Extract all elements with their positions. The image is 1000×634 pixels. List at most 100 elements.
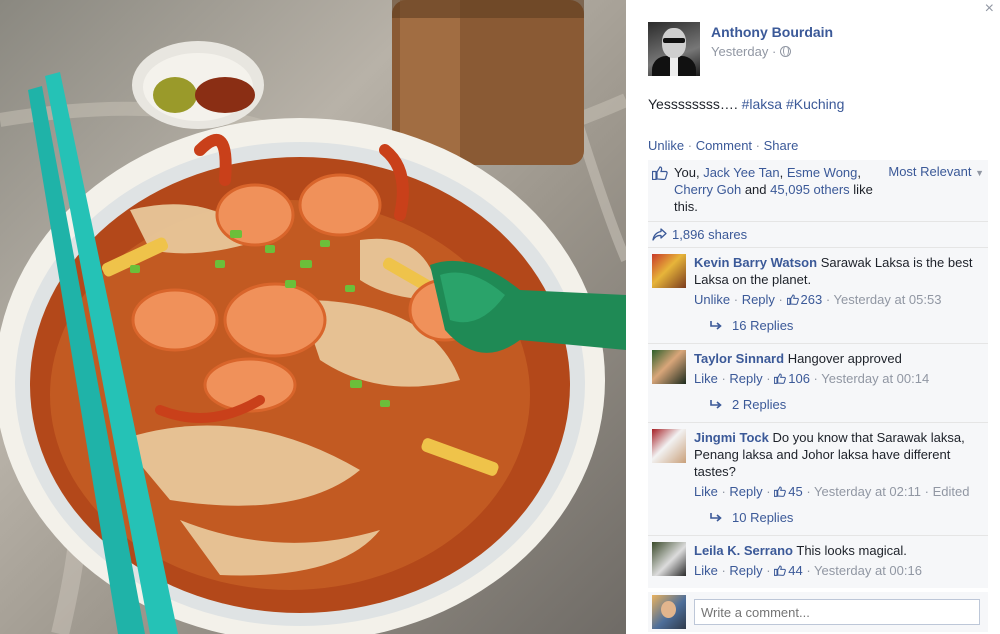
comment-input[interactable]: [694, 599, 980, 625]
replies-count: 10 Replies: [732, 510, 794, 525]
commenter-avatar[interactable]: [652, 542, 686, 576]
comment-item: Leila K. Serrano This looks magical. Lik…: [648, 536, 988, 579]
comment-likes[interactable]: 45: [774, 484, 803, 499]
action-separator: ·: [752, 138, 764, 153]
action-separator: ·: [684, 138, 696, 153]
avatar-shirt: [670, 56, 678, 76]
comment-like-link[interactable]: Like: [694, 484, 718, 499]
comment-item: Jingmi Tock Do you know that Sarawak lak…: [648, 423, 988, 500]
comment-text: Hangover approved: [787, 351, 902, 366]
post-actions: Unlike · Comment · Share: [648, 138, 798, 153]
avatar-sunglasses: [663, 38, 685, 43]
close-icon[interactable]: ×: [985, 1, 994, 17]
like-thumb-icon: [774, 373, 787, 384]
author-avatar[interactable]: [648, 22, 700, 76]
comment-time[interactable]: Yesterday at 02:11: [814, 484, 921, 499]
comment-reply-link[interactable]: Reply: [742, 292, 775, 307]
author-meta: Anthony Bourdain Yesterday ·: [711, 22, 833, 76]
shares-link[interactable]: 1,896 shares: [648, 222, 988, 248]
commenter-avatar[interactable]: [652, 350, 686, 384]
author-name[interactable]: Anthony Bourdain: [711, 24, 833, 40]
post-timestamp: Yesterday ·: [711, 44, 833, 59]
hashtag-laksa[interactable]: #laksa: [742, 96, 782, 112]
hashtag-kuching[interactable]: #Kuching: [786, 96, 844, 112]
replies-count: 16 Replies: [732, 318, 794, 333]
sort-dropdown[interactable]: Most Relevant ▼: [888, 164, 984, 215]
likes-others-link[interactable]: 45,095 others: [770, 182, 850, 197]
likes-text: You, Jack Yee Tan, Esme Wong, Cherry Goh…: [674, 165, 873, 214]
comment-like-link[interactable]: Like: [694, 371, 718, 386]
comment-reply-link[interactable]: Reply: [729, 563, 762, 578]
post-panel: × Anthony Bourdain Yesterday · Yesssssss…: [626, 0, 1000, 634]
comment-likes[interactable]: 44: [774, 563, 803, 578]
view-replies-link[interactable]: 10 Replies: [648, 500, 988, 536]
post-photo[interactable]: [0, 0, 626, 634]
comment-time[interactable]: Yesterday at 00:16: [814, 563, 922, 578]
comment-like-count: 44: [788, 563, 803, 578]
comment-body: Taylor Sinnard Hangover approved Like · …: [694, 350, 984, 387]
comment-body: Leila K. Serrano This looks magical. Lik…: [694, 542, 984, 579]
comment-likes[interactable]: 263: [786, 292, 823, 307]
comment-like-link[interactable]: Like: [694, 563, 718, 578]
like-thumb-icon: [774, 486, 787, 497]
comment-reply-link[interactable]: Reply: [729, 371, 762, 386]
view-replies-link[interactable]: 16 Replies: [648, 308, 988, 344]
comment-text: This looks magical.: [796, 543, 907, 558]
reply-arrow-icon: [710, 513, 722, 522]
comment-like-count: 263: [800, 292, 823, 307]
comment-reply-link[interactable]: Reply: [729, 484, 762, 499]
post-message: Yessssssss…. #laksa #Kuching: [648, 96, 844, 112]
comment-author[interactable]: Jingmi Tock: [694, 430, 769, 445]
unlike-link[interactable]: Unlike: [648, 138, 684, 153]
laksa-bowl-image: [0, 0, 626, 634]
likes-summary: You, Jack Yee Tan, Esme Wong, Cherry Goh…: [648, 160, 988, 222]
chevron-down-icon: ▼: [975, 168, 984, 178]
comment-meta: Unlike · Reply · 263 · Yesterday at 05:5…: [694, 292, 942, 307]
comment-author[interactable]: Taylor Sinnard: [694, 351, 784, 366]
comment-time[interactable]: Yesterday at 00:14: [821, 371, 929, 386]
comment-meta: Like · Reply · 44 · Yesterday at 00:16: [694, 563, 922, 578]
comment-likes[interactable]: 106: [774, 371, 810, 386]
comment-like-count: 45: [788, 484, 803, 499]
feedback-box: You, Jack Yee Tan, Esme Wong, Cherry Goh…: [648, 160, 988, 588]
comment-body: Jingmi Tock Do you know that Sarawak lak…: [694, 429, 984, 500]
commenter-avatar[interactable]: [652, 254, 686, 288]
replies-count: 2 Replies: [732, 397, 787, 412]
view-replies-link[interactable]: 2 Replies: [648, 387, 988, 423]
globe-icon: [780, 46, 792, 57]
post-text: Yessssssss….: [648, 96, 738, 112]
share-arrow-icon: [652, 228, 667, 241]
current-user-avatar[interactable]: [652, 595, 686, 629]
like-thumb-icon: [786, 294, 799, 305]
comment-body: Kevin Barry Watson Sarawak Laksa is the …: [694, 254, 984, 308]
reply-arrow-icon: [710, 400, 722, 409]
commenter-avatar[interactable]: [652, 429, 686, 463]
sort-label: Most Relevant: [888, 164, 972, 179]
liker-jack-yee-tan[interactable]: Jack Yee Tan: [703, 165, 779, 180]
comment-author[interactable]: Kevin Barry Watson: [694, 255, 817, 270]
comment-like-count: 106: [788, 371, 810, 386]
liker-cherry-goh[interactable]: Cherry Goh: [674, 182, 741, 197]
comment-composer: [648, 592, 988, 632]
post-header: Anthony Bourdain Yesterday ·: [648, 22, 833, 76]
comment-edited[interactable]: Edited: [933, 484, 970, 499]
likes-you: You,: [674, 165, 700, 180]
like-thumb-icon: [774, 565, 787, 576]
comment-author[interactable]: Leila K. Serrano: [694, 543, 793, 558]
shares-count: 1,896 shares: [672, 227, 748, 242]
liker-esme-wong[interactable]: Esme Wong: [787, 165, 858, 180]
likes-and: and: [744, 182, 767, 197]
comment-time[interactable]: Yesterday at 05:53: [834, 292, 942, 307]
reply-arrow-icon: [710, 321, 722, 330]
like-thumb-icon: [652, 166, 668, 180]
comment-item: Taylor Sinnard Hangover approved Like · …: [648, 344, 988, 387]
share-link[interactable]: Share: [764, 138, 799, 153]
comment-item: Kevin Barry Watson Sarawak Laksa is the …: [648, 248, 988, 308]
post-time-text[interactable]: Yesterday ·: [711, 44, 776, 59]
avatar-face: [661, 601, 676, 618]
comment-meta: Like · Reply · 106 · Yesterday at 00:14: [694, 371, 930, 386]
comment-meta: Like · Reply · 45 · Yesterday at 02:11 ·…: [694, 484, 970, 499]
comment-unlike-link[interactable]: Unlike: [694, 292, 730, 307]
avatar-face: [662, 28, 686, 58]
comment-link[interactable]: Comment: [696, 138, 752, 153]
